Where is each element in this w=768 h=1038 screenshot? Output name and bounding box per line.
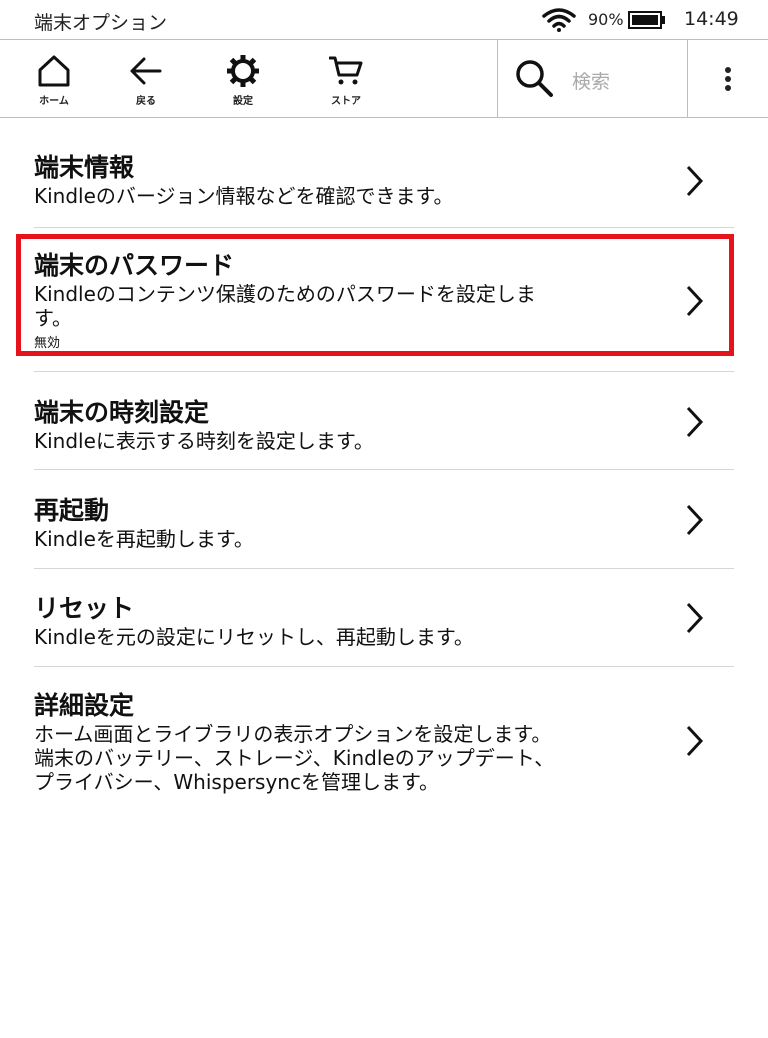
list-item-restart[interactable]: 再起動 Kindleを再起動します。 (34, 491, 734, 561)
item-description: Kindleのコンテンツ保護のためのパスワードを設定しま す。 (34, 282, 536, 330)
item-description: Kindleに表示する時刻を設定します。 (34, 429, 374, 453)
menu-dot-icon (725, 85, 731, 91)
list-item-advanced-options[interactable]: 詳細設定 ホーム画面とライブラリの表示オプションを設定します。 端末のバッテリー… (34, 686, 734, 796)
chevron-right-icon (686, 406, 704, 438)
item-title: 再起動 (34, 496, 110, 525)
cart-icon (329, 56, 363, 85)
list-item-reset[interactable]: リセット Kindleを元の設定にリセットし、再起動します。 (34, 589, 734, 659)
store-label: ストア (331, 96, 361, 107)
status-bar: 端末オプション 90% 14:49 (0, 0, 768, 40)
search-box[interactable]: 検索 (497, 40, 688, 117)
item-title: 端末情報 (34, 153, 135, 182)
item-description: Kindleを元の設定にリセットし、再起動します。 (34, 625, 474, 649)
battery-icon (628, 11, 665, 29)
back-button[interactable]: 戻る (111, 40, 181, 118)
divider (34, 371, 734, 372)
item-description: Kindleのバージョン情報などを確認できます。 (34, 184, 454, 208)
item-title: 詳細設定 (34, 691, 135, 720)
gear-icon (227, 55, 259, 87)
chevron-right-icon (686, 165, 704, 197)
menu-dot-icon (725, 67, 731, 73)
divider (34, 227, 734, 228)
back-label: 戻る (136, 96, 156, 107)
list-item-device-password[interactable]: 端末のパスワード Kindleのコンテンツ保護のためのパスワードを設定しま す。… (34, 246, 734, 351)
chevron-right-icon (686, 725, 704, 757)
menu-dot-icon (725, 76, 731, 82)
divider (34, 469, 734, 470)
item-description: ホーム画面とライブラリの表示オプションを設定します。 端末のバッテリー、ストレー… (34, 722, 555, 794)
more-menu-button[interactable] (688, 40, 768, 117)
chevron-right-icon (686, 504, 704, 536)
item-title: リセット (34, 594, 135, 623)
battery-percent: 90% (588, 10, 624, 29)
home-icon (38, 55, 70, 87)
toolbar: ホーム 戻る 設定 ストア 検索 (0, 40, 768, 118)
wifi-icon (542, 8, 576, 32)
item-title: 端末のパスワード (34, 251, 235, 280)
item-description: Kindleを再起動します。 (34, 527, 254, 551)
search-icon (516, 60, 553, 97)
back-arrow-icon (130, 57, 162, 85)
settings-label: 設定 (233, 96, 253, 107)
chevron-right-icon (686, 285, 704, 317)
home-button[interactable]: ホーム (19, 40, 89, 118)
divider (34, 666, 734, 667)
screen-title: 端末オプション (34, 12, 168, 34)
password-status: 無効 (34, 336, 61, 351)
settings-button[interactable]: 設定 (208, 40, 278, 118)
divider (34, 568, 734, 569)
item-title: 端末の時刻設定 (34, 398, 210, 427)
list-item-time-settings[interactable]: 端末の時刻設定 Kindleに表示する時刻を設定します。 (34, 393, 734, 463)
clock: 14:49 (684, 8, 739, 30)
search-placeholder: 検索 (572, 71, 611, 93)
list-item-device-info[interactable]: 端末情報 Kindleのバージョン情報などを確認できます。 (34, 148, 734, 228)
chevron-right-icon (686, 602, 704, 634)
home-label: ホーム (39, 96, 69, 107)
store-button[interactable]: ストア (311, 40, 381, 118)
